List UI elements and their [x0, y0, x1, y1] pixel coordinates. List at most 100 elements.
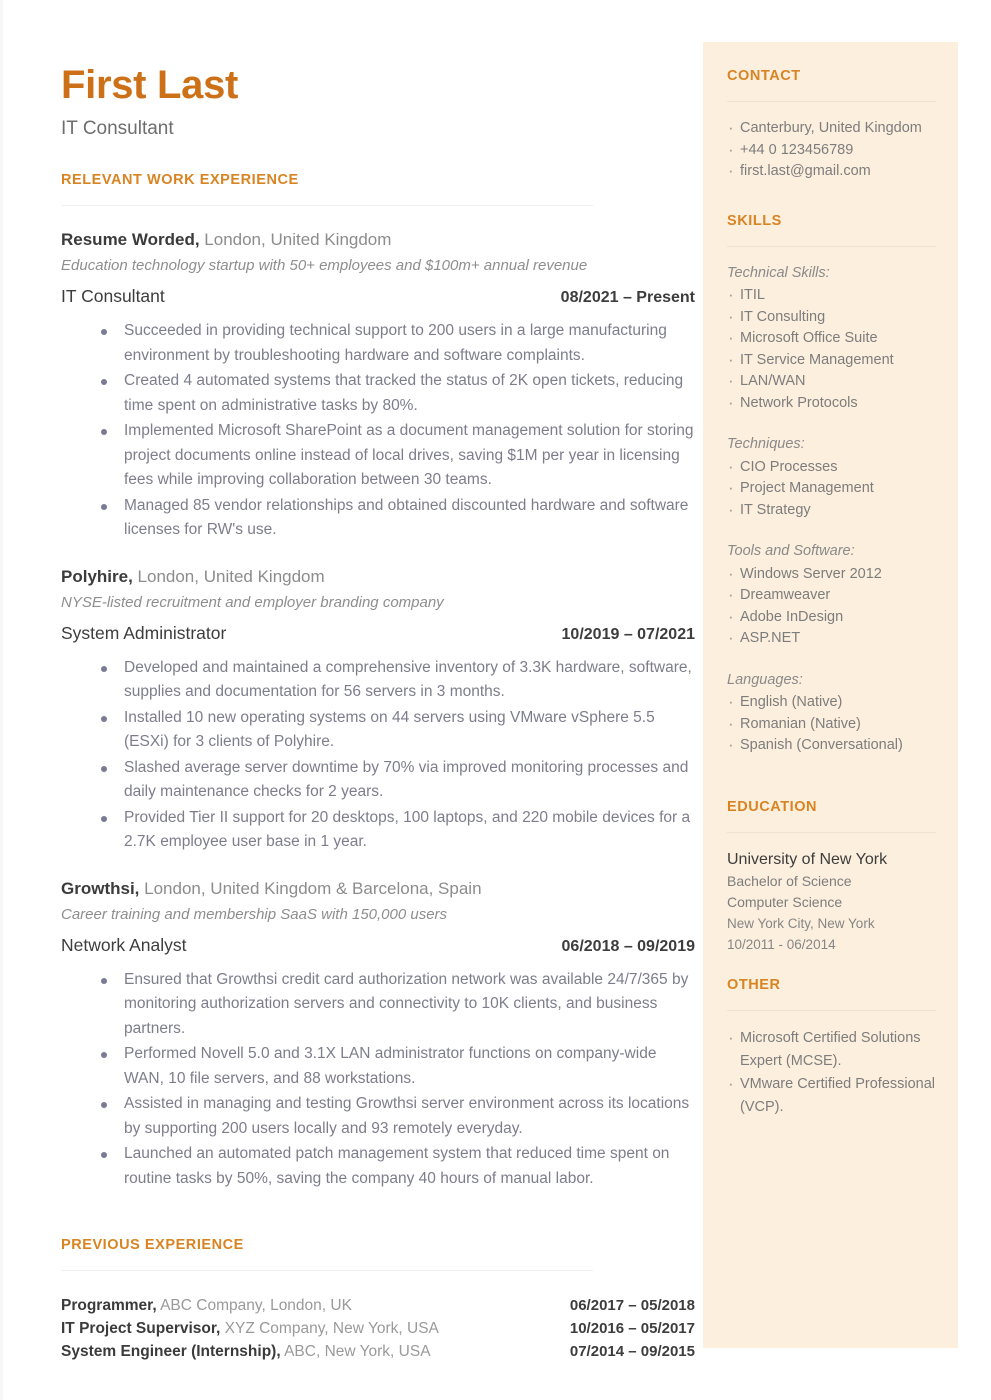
education-entry: University of New York Bachelor of Scien…: [727, 849, 936, 955]
skill-group-techniques: Techniques: CIO Processes Project Manage…: [727, 434, 936, 521]
skill-item: Windows Server 2012: [727, 563, 936, 586]
job-company-description: Career training and membership SaaS with…: [61, 905, 448, 923]
previous-job-line: System Engineer (Internship), ABC, New Y…: [61, 1340, 431, 1363]
job-bullet-list: Ensured that Growthsi credit card author…: [61, 968, 695, 1192]
other-list: Microsoft Certified Solutions Expert (MC…: [727, 1026, 936, 1119]
job-bullet: Developed and maintained a comprehensive…: [61, 656, 695, 705]
job-bullet: Ensured that Growthsi credit card author…: [61, 968, 695, 1042]
skill-list: Windows Server 2012 Dreamweaver Adobe In…: [727, 563, 936, 650]
previous-job-detail: ABC, New York, USA: [280, 1343, 431, 1360]
job-dates: 08/2021 – Present: [560, 289, 695, 306]
job-company-name: Growthsi,: [61, 878, 140, 898]
previous-experience-row: System Engineer (Internship), ABC, New Y…: [61, 1340, 695, 1363]
education-degree: Bachelor of Science: [727, 872, 852, 889]
job-bullet: Created 4 automated systems that tracked…: [61, 369, 695, 418]
skill-list: CIO Processes Project Management IT Stra…: [727, 456, 936, 522]
job-bullet: Succeeded in providing technical support…: [61, 319, 695, 368]
job-entry: Resume Worded, London, United Kingdom Ed…: [61, 228, 695, 543]
skill-item: CIO Processes: [727, 456, 936, 479]
skill-item: Dreamweaver: [727, 584, 936, 607]
previous-job-dates: 07/2014 – 09/2015: [569, 1343, 695, 1360]
skill-group-label: Tools and Software:: [727, 543, 855, 559]
skill-item: Spanish (Conversational): [727, 734, 936, 757]
job-company-line: Polyhire, London, United Kingdom: [61, 565, 695, 589]
skill-item: IT Strategy: [727, 499, 936, 522]
contact-location: Canterbury, United Kingdom: [727, 117, 936, 140]
job-title-row: System Administrator 10/2019 – 07/2021: [61, 621, 695, 647]
contact-phone: +44 0 123456789: [727, 139, 936, 162]
skill-item: LAN/WAN: [727, 370, 936, 393]
sidebar: CONTACT Canterbury, United Kingdom +44 0…: [703, 42, 958, 1348]
education-field: Computer Science: [727, 893, 843, 910]
skill-item: IT Consulting: [727, 306, 936, 329]
job-company-name: Resume Worded,: [61, 230, 200, 249]
job-company-line: Growthsi, London, United Kingdom & Barce…: [61, 877, 695, 901]
job-company-location: London, United Kingdom & Barcelona, Spai…: [139, 878, 482, 898]
sidebar-heading-education: EDUCATION: [727, 798, 818, 815]
sidebar-divider: [727, 101, 936, 102]
previous-job-detail: XYZ Company, New York, USA: [220, 1320, 439, 1337]
job-company-location: London, United Kingdom: [132, 566, 325, 586]
skill-group-label: Languages:: [727, 671, 803, 688]
job-dates: 06/2018 – 09/2019: [561, 937, 695, 955]
skill-group-languages: Languages: English (Native) Romanian (Na…: [727, 670, 936, 757]
skill-item: English (Native): [727, 691, 936, 714]
skill-group-tools: Tools and Software: Windows Server 2012 …: [727, 541, 936, 650]
sidebar-heading-contact: CONTACT: [727, 68, 801, 84]
job-title-row: IT Consultant 08/2021 – Present: [61, 284, 695, 310]
job-title: IT Consultant: [61, 286, 165, 306]
education-school: University of New York: [727, 850, 888, 868]
skill-list: ITIL IT Consulting Microsoft Office Suit…: [727, 284, 936, 415]
previous-job-title: System Engineer (Internship),: [61, 1343, 281, 1360]
skill-item: Romanian (Native): [727, 713, 936, 736]
skill-item: Microsoft Office Suite: [727, 327, 936, 350]
skill-item: IT Service Management: [727, 349, 936, 372]
contact-email[interactable]: first.last@gmail.com: [727, 160, 936, 183]
previous-job-dates: 06/2017 – 05/2018: [569, 1297, 695, 1314]
job-company-name: Polyhire,: [61, 566, 133, 586]
skill-group-technical: Technical Skills: ITIL IT Consulting Mic…: [727, 263, 936, 415]
sidebar-divider: [727, 831, 936, 833]
job-dates: 10/2019 – 07/2021: [561, 625, 695, 643]
section-heading-previous-experience: PREVIOUS EXPERIENCE: [61, 1237, 244, 1253]
previous-job-line: Programmer, ABC Company, London, UK: [61, 1294, 352, 1317]
job-company-location: London, United Kingdom: [199, 230, 392, 249]
skill-group-label: Techniques:: [727, 436, 805, 452]
job-title-row: Network Analyst 06/2018 – 09/2019: [61, 933, 695, 959]
previous-job-title: IT Project Supervisor,: [61, 1320, 221, 1337]
job-role-subtitle: IT Consultant: [61, 118, 174, 139]
contact-list: Canterbury, United Kingdom +44 0 1234567…: [727, 117, 936, 183]
job-company-description: Education technology startup with 50+ em…: [61, 257, 588, 274]
other-item: VMware Certified Professional (VCP).: [727, 1072, 936, 1119]
education-dates: 10/2011 - 06/2014: [727, 936, 836, 952]
resume-page: First Last IT Consultant RELEVANT WORK E…: [0, 0, 991, 1400]
job-bullet: Managed 85 vendor relationships and obta…: [61, 494, 695, 543]
job-entry: Polyhire, London, United Kingdom NYSE-li…: [61, 565, 695, 855]
page-title: First Last: [61, 63, 239, 107]
job-title: Network Analyst: [61, 934, 187, 955]
skill-item: ITIL: [727, 284, 936, 307]
previous-experience-row: IT Project Supervisor, XYZ Company, New …: [61, 1317, 695, 1340]
skill-item: ASP.NET: [727, 627, 936, 650]
job-entry: Growthsi, London, United Kingdom & Barce…: [61, 877, 695, 1192]
job-bullet: Slashed average server downtime by 70% v…: [61, 756, 695, 805]
job-title: System Administrator: [61, 622, 227, 643]
sidebar-divider: [727, 245, 936, 247]
job-bullet-list: Developed and maintained a comprehensive…: [61, 656, 695, 855]
job-bullet: Launched an automated patch management s…: [61, 1142, 695, 1191]
education-location: New York City, New York: [727, 915, 875, 931]
job-company-line: Resume Worded, London, United Kingdom: [61, 228, 695, 252]
previous-experience-section: PREVIOUS EXPERIENCE Programmer, ABC Comp…: [61, 1237, 695, 1363]
job-bullet: Implemented Microsoft SharePoint as a do…: [61, 419, 695, 493]
previous-job-title: Programmer,: [61, 1297, 157, 1314]
other-item: Microsoft Certified Solutions Expert (MC…: [727, 1026, 936, 1073]
skill-item: Network Protocols: [727, 392, 936, 415]
skill-item: Adobe InDesign: [727, 606, 936, 629]
job-bullet: Installed 10 new operating systems on 44…: [61, 706, 695, 755]
job-company-description: NYSE-listed recruitment and employer bra…: [61, 593, 444, 611]
skill-item: Project Management: [727, 477, 936, 500]
job-bullet: Provided Tier II support for 20 desktops…: [61, 806, 695, 855]
sidebar-divider: [727, 1009, 936, 1011]
job-bullet: Assisted in managing and testing Growths…: [61, 1092, 695, 1141]
sidebar-heading-other: OTHER: [727, 976, 781, 993]
